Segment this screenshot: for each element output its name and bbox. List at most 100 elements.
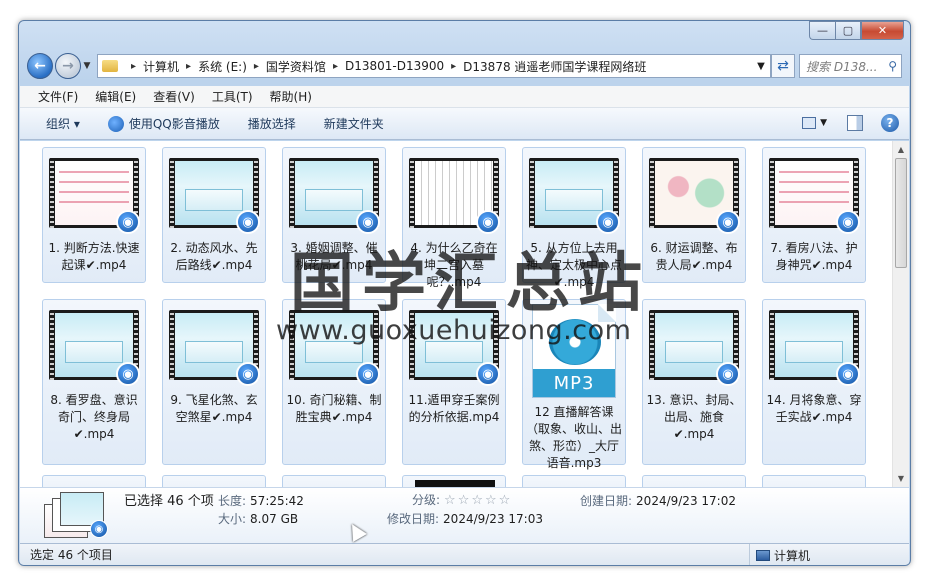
film-perforation	[170, 310, 174, 380]
menu-help[interactable]: 帮助(H)	[270, 88, 312, 105]
file-list[interactable]: ◉ 1. 判断方法.快速起课✔.mp4 ◉ 2. 动态风水、先后路线✔.mp4 ◉ 3. …	[20, 141, 909, 487]
chevron-right-icon[interactable]: ▸	[451, 61, 456, 72]
refresh-icon: ⇄	[777, 58, 789, 74]
file-item[interactable]: ◉ 8. 看罗盘、意识奇门、终身局✔.mp4	[42, 299, 146, 465]
file-item[interactable]: ◉ 4. 为什么乙奇在坤二宫入墓呢？.mp4	[402, 147, 506, 289]
file-item[interactable]	[642, 475, 746, 487]
file-item[interactable]	[282, 475, 386, 487]
vertical-scrollbar[interactable]: ▲ ▼	[892, 141, 909, 487]
qq-play-button[interactable]: 使用QQ影音播放	[107, 115, 220, 132]
file-item[interactable]	[402, 475, 506, 487]
scroll-down-icon[interactable]: ▼	[893, 470, 909, 487]
search-icon[interactable]: ⚲	[888, 59, 901, 73]
film-perforation	[770, 158, 774, 228]
file-item[interactable]: MP3 12 直播解答课（取象、收山、出煞、形峦）_大厅语音.mp3	[522, 299, 626, 470]
breadcrumb-current[interactable]: D13878 逍遥老师国学课程网络班	[463, 58, 646, 75]
help-icon[interactable]: ?	[881, 114, 899, 132]
menu-tools[interactable]: 工具(T)	[212, 88, 253, 105]
command-bar: 组织 ▾ 使用QQ影音播放 播放选择 新建文件夹 ▼ ?	[20, 108, 909, 140]
view-dropdown-icon[interactable]: ▼	[820, 118, 827, 128]
file-name: 7. 看房八法、护身神咒✔.mp4	[770, 241, 858, 272]
address-row: ← → ▼ ▸ 计算机 ▸ 系统 (E:) ▸ 国学资料馆 ▸ D13801-D…	[27, 53, 902, 79]
film-perforation	[650, 158, 654, 228]
rating-field: 分级: ☆☆☆☆☆	[412, 491, 512, 508]
recent-pages-dropdown[interactable]: ▼	[81, 61, 93, 71]
organize-button[interactable]: 组织 ▾	[46, 115, 80, 132]
scrollbar-thumb[interactable]	[895, 158, 907, 268]
close-button[interactable]: ✕	[861, 21, 904, 40]
explorer-window: — ▢ ✕ ← → ▼ ▸ 计算机 ▸ 系统 (E:) ▸ 国学资料馆 ▸ D1…	[18, 20, 911, 566]
rating-label: 分级:	[412, 493, 441, 507]
refresh-button[interactable]: ⇄	[771, 54, 795, 78]
file-item[interactable]: ◉ 3. 婚姻调整、催桃花局✔.mp4	[282, 147, 386, 283]
file-name: 10. 奇门秘籍、制胜宝典✔.mp4	[286, 393, 382, 424]
file-item[interactable]	[42, 475, 146, 487]
chevron-right-icon[interactable]: ▸	[131, 61, 136, 72]
film-perforation	[410, 310, 414, 380]
breadcrumb-computer[interactable]: 计算机	[143, 58, 179, 75]
file-item[interactable]: ◉ 11.遁甲穿壬案例的分析依据.mp4	[402, 299, 506, 465]
chevron-right-icon[interactable]: ▸	[186, 61, 191, 72]
file-name: 3. 婚姻调整、催桃花局✔.mp4	[290, 241, 378, 272]
file-item[interactable]: ◉ 9. 飞星化煞、玄空煞星✔.mp4	[162, 299, 266, 465]
file-page-icon: MP3	[532, 304, 616, 398]
preview-pane-icon[interactable]	[847, 115, 863, 131]
file-name: 13. 意识、封局、出局、施食✔.mp4	[646, 393, 742, 441]
search-placeholder: 搜索 D138...	[806, 59, 878, 74]
film-perforation	[290, 310, 294, 380]
mp3-file-icon: MP3	[532, 304, 616, 398]
menu-edit[interactable]: 编辑(E)	[95, 88, 136, 105]
menu-view[interactable]: 查看(V)	[153, 88, 195, 105]
qq-player-icon: ◉	[236, 210, 260, 234]
size-value: 8.07 GB	[250, 512, 299, 526]
breadcrumb-library[interactable]: 国学资料馆	[266, 58, 326, 75]
file-item[interactable]: ◉ 13. 意识、封局、出局、施食✔.mp4	[642, 299, 746, 465]
modified-field: 修改日期: 2024/9/23 17:03	[387, 510, 543, 527]
new-folder-button[interactable]: 新建文件夹	[324, 115, 384, 132]
length-field: 长度: 57:25:42	[218, 492, 304, 509]
search-input[interactable]: 搜索 D138... ⚲	[799, 54, 902, 78]
computer-icon	[756, 549, 770, 561]
qq-player-icon: ◉	[476, 210, 500, 234]
maximize-button[interactable]: ▢	[835, 21, 861, 40]
file-item[interactable]	[162, 475, 266, 487]
breadcrumb-drive[interactable]: 系统 (E:)	[198, 58, 247, 75]
film-perforation	[290, 158, 294, 228]
status-bar: 选定 46 个项目 计算机	[20, 543, 909, 565]
file-item[interactable]: ◉ 2. 动态风水、先后路线✔.mp4	[162, 147, 266, 283]
rating-stars-icon[interactable]: ☆☆☆☆☆	[444, 493, 512, 508]
file-item[interactable]: ◉ 6. 财运调整、布贵人局✔.mp4	[642, 147, 746, 283]
address-bar[interactable]: ▸ 计算机 ▸ 系统 (E:) ▸ 国学资料馆 ▸ D13801-D13900 …	[97, 54, 771, 78]
file-name: 11.遁甲穿壬案例的分析依据.mp4	[408, 393, 500, 424]
file-item[interactable]: ◉ 14. 月将象意、穿壬实战✔.mp4	[762, 299, 866, 465]
size-label: 大小:	[218, 512, 247, 526]
disc-icon	[549, 319, 601, 365]
address-dropdown[interactable]: ▼	[752, 61, 770, 72]
file-item[interactable]: ◉ 1. 判断方法.快速起课✔.mp4	[42, 147, 146, 283]
created-value: 2024/9/23 17:02	[636, 494, 736, 508]
scroll-up-icon[interactable]: ▲	[893, 141, 909, 158]
file-item[interactable]: ◉ 5. 从方位上去用神、定太极中心点✔.mp4	[522, 147, 626, 289]
length-label: 长度:	[218, 494, 247, 508]
menu-file[interactable]: 文件(F)	[38, 88, 78, 105]
qq-player-icon: ◉	[90, 520, 108, 538]
change-view-icon[interactable]	[802, 117, 817, 129]
modified-value: 2024/9/23 17:03	[443, 512, 543, 526]
chevron-right-icon[interactable]: ▸	[254, 61, 259, 72]
qq-player-icon: ◉	[476, 362, 500, 386]
status-zone-label: 计算机	[774, 548, 811, 563]
file-name: 1. 判断方法.快速起课✔.mp4	[48, 241, 140, 272]
minimize-button[interactable]: —	[809, 21, 835, 40]
back-button[interactable]: ←	[27, 53, 53, 79]
forward-button[interactable]: →	[55, 53, 81, 79]
file-name: 6. 财运调整、布贵人局✔.mp4	[650, 241, 738, 272]
file-item[interactable]: ◉ 7. 看房八法、护身神咒✔.mp4	[762, 147, 866, 283]
film-perforation	[50, 310, 54, 380]
file-item[interactable]	[762, 475, 866, 487]
chevron-right-icon[interactable]: ▸	[333, 61, 338, 72]
breadcrumb-range[interactable]: D13801-D13900	[345, 59, 444, 73]
play-selection-button[interactable]: 播放选择	[248, 115, 296, 132]
file-item[interactable]	[522, 475, 626, 487]
file-item[interactable]: ◉ 10. 奇门秘籍、制胜宝典✔.mp4	[282, 299, 386, 465]
qq-play-label: 使用QQ影音播放	[128, 117, 220, 131]
